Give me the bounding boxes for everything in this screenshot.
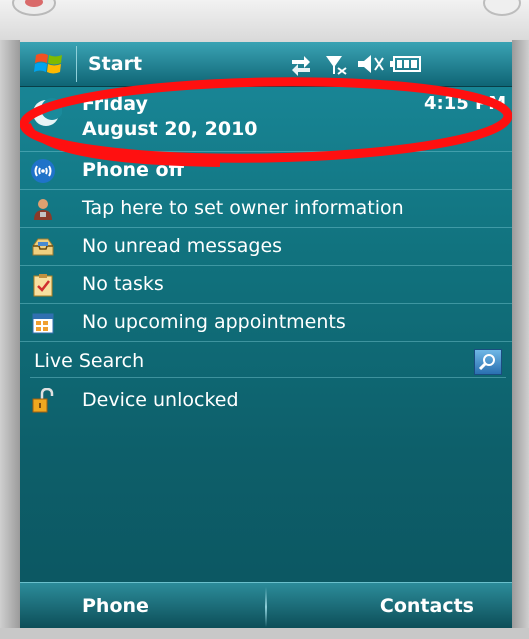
time-label[interactable]: 4:15 PM (424, 93, 506, 114)
phone-softkey[interactable]: Phone (82, 595, 149, 617)
device-lock-item[interactable]: Device unlocked (20, 382, 512, 419)
magnifier-icon (478, 354, 495, 371)
contacts-softkey[interactable]: Contacts (380, 595, 474, 617)
unlocked-padlock-icon (32, 388, 54, 413)
status-tray (292, 55, 421, 76)
date-time-item[interactable]: Friday August 20, 2010 4:15 PM (20, 87, 512, 152)
messages-item[interactable]: No unread messages (20, 228, 512, 266)
date-label: August 20, 2010 (82, 118, 258, 140)
volume-muted-icon[interactable] (358, 55, 384, 73)
connectivity-arrows-icon[interactable] (292, 56, 310, 76)
tasks-clipboard-icon (33, 274, 53, 297)
title-bar: Start (20, 42, 512, 87)
battery-icon[interactable] (390, 56, 421, 72)
calendar-icon (32, 313, 54, 334)
softkey-divider (265, 587, 267, 627)
device-bezel-right (512, 40, 529, 639)
messages-label: No unread messages (82, 235, 283, 257)
appointments-item[interactable]: No upcoming appointments (20, 304, 512, 342)
tasks-label: No tasks (82, 273, 164, 295)
phone-status-item[interactable]: Phone off (20, 152, 512, 190)
phone-status-label: Phone off (82, 159, 184, 181)
live-search-input[interactable] (30, 347, 474, 375)
today-screen: Start Friday August 20, 2010 4:15 PM Pho… (20, 42, 512, 628)
hardware-button-right-icon[interactable] (483, 0, 521, 16)
live-search-bar (30, 347, 506, 378)
appointments-label: No upcoming appointments (82, 311, 346, 333)
owner-info-label: Tap here to set owner information (82, 197, 404, 219)
device-lock-label: Device unlocked (82, 389, 239, 411)
owner-info-item[interactable]: Tap here to set owner information (20, 190, 512, 228)
phone-signal-icon (31, 159, 55, 183)
messages-inbox-icon (32, 238, 54, 256)
hardware-button-left-icon[interactable] (12, 0, 56, 16)
day-label: Friday (82, 93, 148, 115)
device-bezel-bottom (0, 628, 529, 639)
start-button[interactable] (20, 42, 80, 86)
tasks-item[interactable]: No tasks (20, 266, 512, 304)
device-bezel-left (0, 40, 20, 639)
page-title: Start (88, 53, 143, 75)
softkey-bar: Phone Contacts (20, 582, 512, 628)
windows-logo-icon (34, 53, 62, 74)
signal-off-icon[interactable] (326, 56, 347, 75)
device-top-frame (0, 0, 529, 42)
moon-clock-icon (33, 98, 62, 126)
title-separator (76, 46, 77, 82)
search-button[interactable] (474, 349, 502, 375)
owner-person-icon (34, 199, 52, 220)
